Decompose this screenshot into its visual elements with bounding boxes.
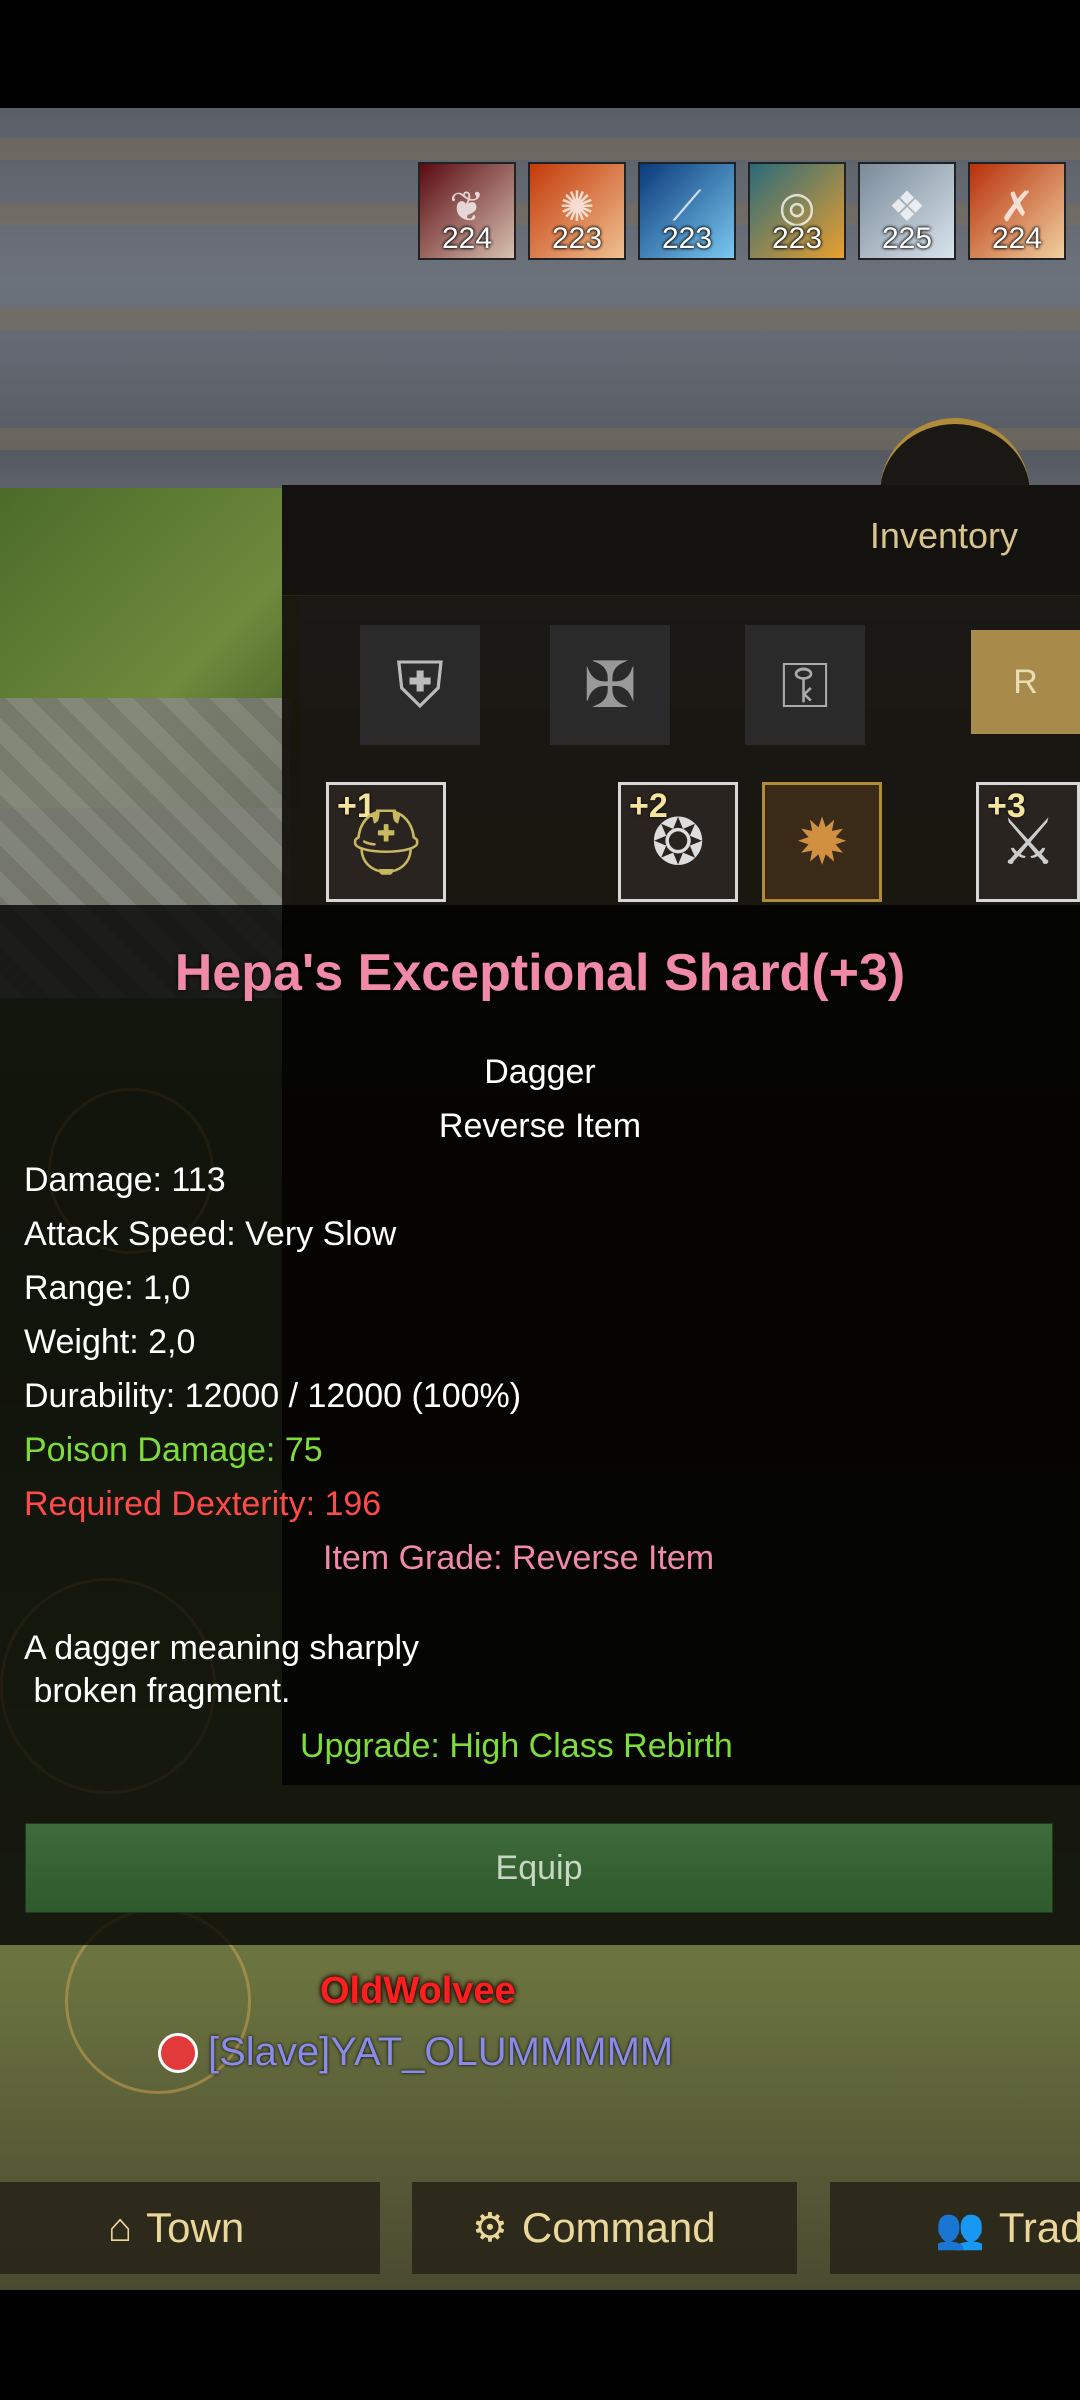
terrace-stripe [0,138,1080,160]
buff-slot-1[interactable]: ❦ 224 [418,162,516,260]
cross-slot[interactable]: ✠ [550,625,670,745]
stat-poison-damage: Poison Damage: 75 [24,1431,323,1469]
bottom-nav: ⌂ Town ⚙ Command 👥 Trad [0,2182,1080,2282]
armor-slot[interactable]: ⛨ [360,625,480,745]
item-grade: Item Grade: Reverse Item [323,1539,715,1577]
stat-range: Range: 1,0 [24,1269,191,1307]
key-slot[interactable]: ⚿ [745,625,865,745]
command-button[interactable]: ⚙ Command [412,2182,797,2274]
helmet-icon: ⛑ [345,805,427,878]
inventory-title: Inventory [869,515,1018,556]
weapon-slot[interactable]: +3 ⚔ [976,782,1080,902]
home-icon: ⌂ [108,2205,133,2250]
buff-slot-4[interactable]: ◎ 223 [748,162,846,260]
item-description-line-2: broken fragment. [24,1672,291,1710]
gear-icon: ⚙ [472,2206,508,2250]
dagger-icon: ⚔ [999,805,1057,878]
terrace-stripe [0,308,1080,330]
chest-armor-icon: ⛨ [396,648,444,721]
earring-icon: ❂ [651,805,705,878]
buff-slot-2[interactable]: ✺ 223 [528,162,626,260]
buff-duration: 224 [441,222,493,255]
buff-duration: 223 [551,222,603,255]
stat-required-dexterity: Required Dexterity: 196 [24,1485,382,1523]
item-upgrade: Upgrade: High Class Rebirth [300,1727,733,1765]
trade-button[interactable]: 👥 Trad [830,2182,1080,2274]
cross-emblem-icon: ✠ [583,648,637,721]
inventory-header: Inventory [282,485,1080,596]
buff-duration: 223 [771,222,823,255]
trade-label: Trad [998,2204,1080,2251]
buff-slot-6[interactable]: ✗ 224 [968,162,1066,260]
town-label: Town [146,2204,245,2251]
stat-durability: Durability: 12000 / 12000 (100%) [24,1377,522,1415]
r-slot-button[interactable]: R [971,630,1080,734]
necklace-slot[interactable]: ✹ [762,782,882,902]
buff-slot-3[interactable]: ⟋ 223 [638,162,736,260]
player-name[interactable]: OldWolvee [320,1970,516,2013]
people-icon: 👥 [935,2206,985,2251]
key-icon: ⚿ [780,648,830,721]
equip-button[interactable]: Equip [25,1823,1053,1913]
buff-bar: ❦ 224 ✺ 223 ⟋ 223 ◎ 223 ❖ 225 ✗ 224 [418,162,1066,260]
item-tooltip: Hepa's Exceptional Shard(+3) Dagger Reve… [0,905,1080,1945]
earring-slot[interactable]: +2 ❂ [618,782,738,902]
amulet-icon: ✹ [795,805,849,878]
clan-badge-icon [158,2032,198,2073]
item-name: Hepa's Exceptional Shard(+3) [174,944,906,1002]
stat-damage: Damage: 113 [24,1161,226,1199]
item-description-line-1: A dagger meaning sharply [24,1629,420,1667]
slave-label[interactable]: [Slave]YAT_OLUMMMMM [158,2030,673,2075]
helmet-slot[interactable]: +1 ⛑ [326,782,446,902]
item-type: Dagger [484,1053,596,1091]
r-slot-label: R [1013,662,1038,701]
item-subtype: Reverse Item [438,1107,642,1145]
slave-name: [Slave]YAT_OLUMMMMM [208,2030,674,2074]
buff-slot-5[interactable]: ❖ 225 [858,162,956,260]
stat-weight: Weight: 2,0 [24,1323,196,1361]
stat-attack-speed: Attack Speed: Very Slow [24,1215,397,1253]
command-label: Command [521,2204,716,2251]
buff-duration: 224 [991,222,1043,255]
town-button[interactable]: ⌂ Town [0,2182,380,2274]
buff-duration: 223 [661,222,713,255]
buff-duration: 225 [881,222,933,255]
